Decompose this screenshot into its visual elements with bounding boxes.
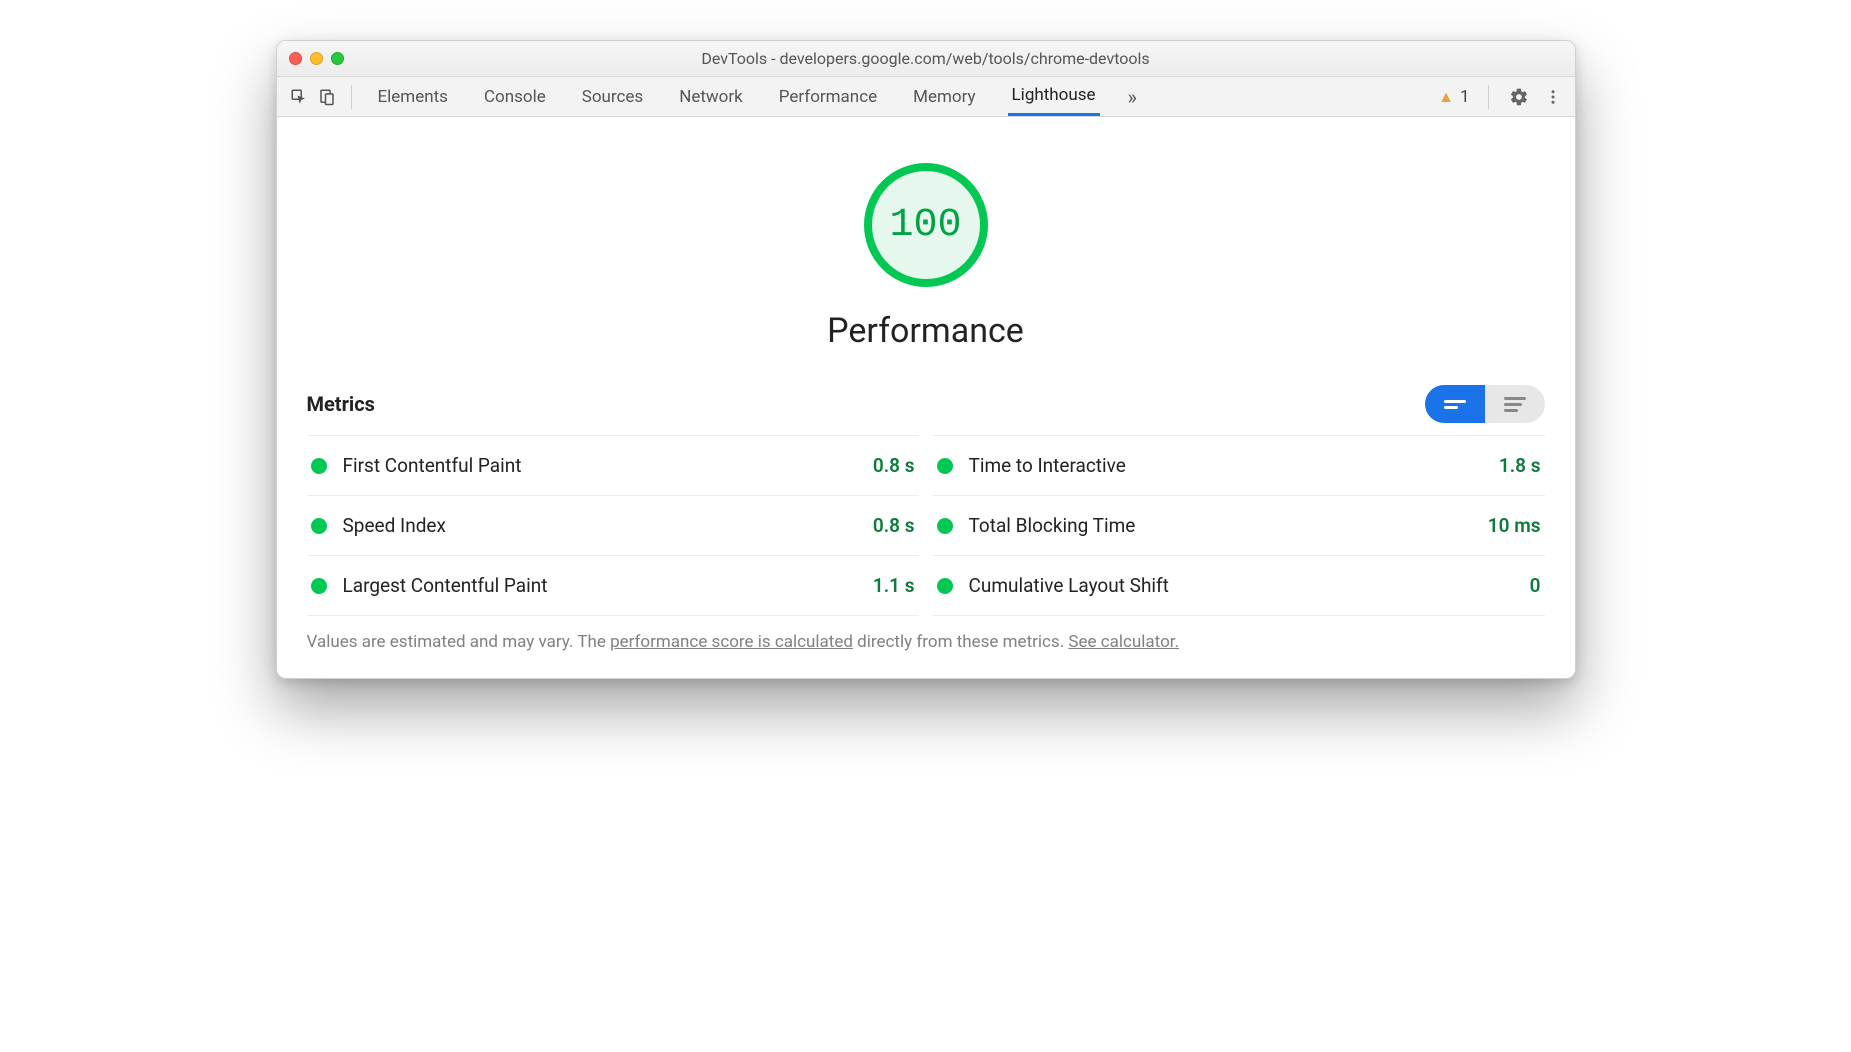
expanded-lines-icon [1504,397,1526,412]
metrics-header: Metrics [307,385,1545,423]
metrics-view-toggle [1425,385,1545,423]
metric-value: 0.8 s [873,454,915,477]
see-calculator-link[interactable]: See calculator. [1068,632,1179,652]
warning-count: 1 [1460,87,1470,107]
tab-elements[interactable]: Elements [374,77,452,116]
metric-label: Total Blocking Time [969,514,1136,537]
status-dot-icon [311,518,327,534]
metric-tti[interactable]: Time to Interactive 1.8 s [933,435,1545,495]
metric-label: Time to Interactive [969,454,1126,477]
tab-sources[interactable]: Sources [578,77,647,116]
metrics-heading: Metrics [307,392,375,416]
device-toolbar-icon[interactable] [315,85,339,109]
score-calc-link[interactable]: performance score is calculated [610,632,853,652]
status-dot-icon [937,578,953,594]
more-options-icon[interactable] [1541,85,1565,109]
tab-network[interactable]: Network [675,77,747,116]
metric-value: 1.8 s [1499,454,1541,477]
status-dot-icon [311,458,327,474]
metric-label: First Contentful Paint [343,454,522,477]
metric-tbt[interactable]: Total Blocking Time 10 ms [933,495,1545,555]
titlebar: DevTools - developers.google.com/web/too… [277,41,1575,77]
tab-performance[interactable]: Performance [775,77,881,116]
metric-value: 10 ms [1488,514,1541,537]
settings-icon[interactable] [1507,85,1531,109]
metric-fcp[interactable]: First Contentful Paint 0.8 s [307,435,919,495]
tab-memory[interactable]: Memory [909,77,979,116]
metric-label: Cumulative Layout Shift [969,574,1169,597]
metric-value: 0 [1530,574,1541,597]
score-gauge: 100 Performance [307,163,1545,351]
inspect-element-icon[interactable] [287,85,311,109]
toolbar-separator [351,85,352,109]
footnote-text: Values are estimated and may vary. The [307,632,611,652]
category-title: Performance [827,311,1024,351]
tab-lighthouse[interactable]: Lighthouse [1008,77,1100,116]
compact-lines-icon [1444,400,1466,409]
warning-icon: ▲ [1438,87,1454,107]
metric-lcp[interactable]: Largest Contentful Paint 1.1 s [307,555,919,616]
panel-tabs: Elements Console Sources Network Perform… [374,77,1100,116]
performance-score-circle: 100 [864,163,988,287]
more-tabs-icon[interactable]: » [1128,85,1137,109]
footnote-text: directly from these metrics. [853,632,1068,652]
lighthouse-panel: 100 Performance Metrics First Contentful… [277,117,1575,678]
metrics-footnote: Values are estimated and may vary. The p… [307,632,1545,652]
view-toggle-expanded[interactable] [1485,385,1545,423]
metric-cls[interactable]: Cumulative Layout Shift 0 [933,555,1545,616]
tab-console[interactable]: Console [480,77,550,116]
toolbar-separator [1488,85,1489,109]
devtools-window: DevTools - developers.google.com/web/too… [276,40,1576,679]
metric-value: 0.8 s [873,514,915,537]
metric-value: 1.1 s [873,574,915,597]
performance-score-value: 100 [889,203,961,248]
metrics-grid: First Contentful Paint 0.8 s Time to Int… [307,435,1545,616]
window-title: DevTools - developers.google.com/web/too… [277,49,1575,68]
metric-si[interactable]: Speed Index 0.8 s [307,495,919,555]
issues-badge[interactable]: ▲ 1 [1438,87,1469,107]
status-dot-icon [937,518,953,534]
status-dot-icon [311,578,327,594]
metric-label: Speed Index [343,514,446,537]
metric-label: Largest Contentful Paint [343,574,548,597]
view-toggle-compact[interactable] [1425,385,1485,423]
devtools-toolbar: Elements Console Sources Network Perform… [277,77,1575,117]
status-dot-icon [937,458,953,474]
